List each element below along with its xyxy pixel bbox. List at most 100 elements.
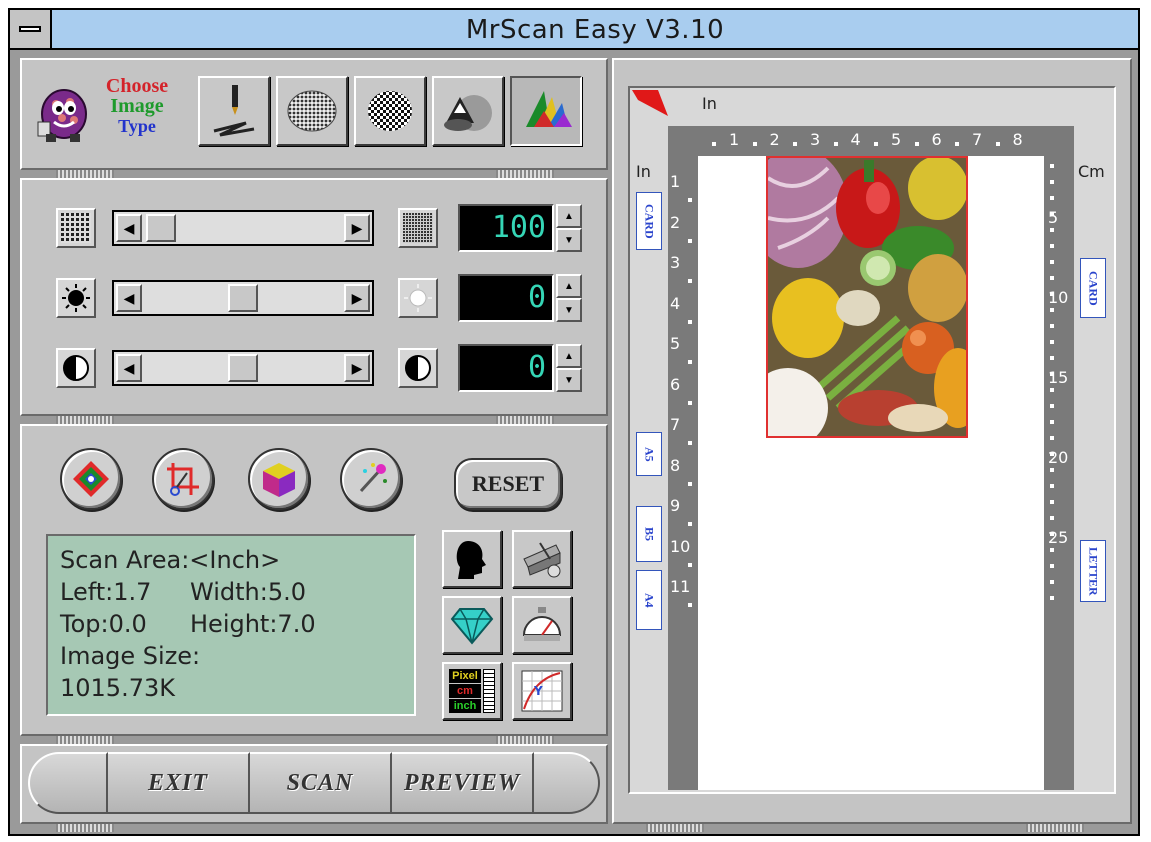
brightness-slider-right-arrow[interactable]: ▶ (344, 284, 370, 312)
svg-text:Y: Y (533, 684, 543, 698)
paper-size-a5[interactable]: A5 (636, 432, 662, 476)
magic-wand-button[interactable] (340, 448, 402, 510)
brightness-spinner[interactable]: ▲ ▼ (556, 274, 582, 322)
right-ruler-dot (1050, 420, 1054, 424)
paper-size-card-right[interactable]: CARD (1080, 258, 1106, 318)
scanner-tools-icon (523, 542, 561, 578)
speedometer-icon (522, 607, 562, 641)
scan-selection[interactable] (766, 156, 968, 438)
right-ruler-dot (1050, 356, 1054, 360)
dither-mode-button[interactable] (354, 76, 426, 146)
adjustments-panel: ◀ ▶ 100 ▲ ▼ ◀ ▶ 0 ▲ ▼ ◀ ▶ 0 ▲ ▼ (20, 178, 608, 416)
spin-up-icon[interactable]: ▲ (556, 204, 582, 228)
action-bar: EXIT SCAN PREVIEW (28, 752, 600, 816)
unit-inch-label: inch (449, 699, 481, 713)
color-balance-button[interactable] (60, 448, 122, 510)
profile-button[interactable] (442, 530, 502, 588)
crop-button[interactable] (152, 448, 214, 510)
scan-area-label: Scan Area:<Inch> (60, 546, 281, 574)
scanner-tools-button[interactable] (512, 530, 572, 588)
color-mode-button[interactable] (510, 76, 582, 146)
exit-button[interactable]: EXIT (108, 752, 250, 814)
spin-down-icon[interactable]: ▼ (556, 228, 582, 252)
brightness-slider[interactable]: ◀ ▶ (112, 280, 374, 316)
system-menu-button[interactable] (10, 10, 52, 48)
spin-down-icon[interactable]: ▼ (556, 298, 582, 322)
resolution-spinner[interactable]: ▲ ▼ (556, 204, 582, 252)
left-ruler-dot (688, 279, 692, 283)
paper-size-card-left[interactable]: CARD (636, 192, 662, 250)
resolution-slider-thumb[interactable] (146, 214, 176, 242)
units-button[interactable]: Pixel cm inch (442, 662, 502, 720)
scan-left-width-row: Left:1.7 Width:5.0 (60, 576, 402, 608)
vegetables-photo (768, 158, 966, 436)
resolution-slider[interactable]: ◀ ▶ (112, 210, 374, 246)
contrast-value: 0 (458, 344, 554, 392)
contrast-slider-left-arrow[interactable]: ◀ (116, 354, 142, 382)
scan-width-value: Width:5.0 (190, 578, 306, 606)
unit-ruler-icon: Pixel cm inch (449, 669, 495, 713)
image-size-value: 1015.73K (60, 674, 175, 702)
brightness-slider-thumb[interactable] (228, 284, 258, 312)
right-ruler-dot (1050, 180, 1054, 184)
right-ruler-dot (1050, 244, 1054, 248)
gamma-curve-button[interactable]: Y (512, 662, 572, 720)
title-bar[interactable]: MrScan Easy V3.10 (10, 10, 1138, 50)
brightness-value: 0 (458, 274, 554, 322)
contrast-slider-right-arrow[interactable]: ▶ (344, 354, 370, 382)
right-ruler-dot (1050, 548, 1054, 552)
left-ruler-tick-label: 10 (670, 536, 691, 556)
grayscale-mode-button[interactable] (432, 76, 504, 146)
speed-button[interactable] (512, 596, 572, 654)
scan-button[interactable]: SCAN (250, 752, 392, 814)
scan-bed[interactable] (698, 156, 1044, 790)
contrast-slider[interactable]: ◀ ▶ (112, 350, 374, 386)
right-ruler-dot (1050, 340, 1054, 344)
contrast-spinner[interactable]: ▲ ▼ (556, 344, 582, 392)
high-resolution-icon (398, 208, 438, 248)
contrast-slider-thumb[interactable] (228, 354, 258, 382)
reset-button[interactable]: RESET (454, 458, 562, 510)
crop-icon (167, 463, 199, 496)
top-ruler-tick-label: 6 (931, 130, 942, 149)
right-ruler-tick-label: 5 (1048, 208, 1059, 227)
action-bar-right-cap (534, 752, 600, 814)
brightness-slider-left-arrow[interactable]: ◀ (116, 284, 142, 312)
left-ruler-tick-label: 3 (670, 253, 681, 272)
spin-down-icon[interactable]: ▼ (556, 368, 582, 392)
spin-up-icon[interactable]: ▲ (556, 274, 582, 298)
dark-sun-icon (56, 278, 96, 318)
scan-info-display: Scan Area:<Inch> Left:1.7 Width:5.0 Top:0… (46, 534, 416, 716)
top-ruler-dot (793, 142, 797, 146)
low-resolution-icon (56, 208, 96, 248)
right-ruler-dot (1050, 196, 1054, 200)
preview-button[interactable]: PREVIEW (392, 752, 534, 814)
line-art-mode-button[interactable] (198, 76, 270, 146)
right-ruler-dot (1050, 468, 1054, 472)
right-ruler-dot (1050, 516, 1054, 520)
spin-up-icon[interactable]: ▲ (556, 344, 582, 368)
halftone-mode-button[interactable] (276, 76, 348, 146)
quality-button[interactable] (442, 596, 502, 654)
paper-size-b5[interactable]: B5 (636, 506, 662, 562)
resolution-slider-left-arrow[interactable]: ◀ (116, 214, 142, 242)
color-cube-icon (263, 463, 295, 497)
right-ruler-dot (1050, 596, 1054, 600)
ruler-icon (483, 669, 495, 713)
top-ruler-dot (995, 142, 1000, 146)
line-art-icon (213, 85, 255, 137)
gamma-curve-icon: Y (521, 670, 563, 712)
panel-groove (496, 416, 554, 424)
paper-size-a4[interactable]: A4 (636, 570, 662, 630)
left-ruler-tick-label: 7 (670, 415, 681, 434)
bright-sun-icon (398, 278, 438, 318)
panel-groove (56, 170, 114, 178)
right-ruler-dot (1050, 372, 1054, 376)
resolution-slider-right-arrow[interactable]: ▶ (344, 214, 370, 242)
right-ruler-dot (1050, 388, 1054, 392)
right-ruler-dot (1050, 532, 1054, 536)
right-ruler-dot (1050, 436, 1054, 440)
paper-size-letter[interactable]: LETTER (1080, 540, 1106, 602)
color-cube-button[interactable] (248, 448, 310, 510)
tools-panel: RESET Scan Area:<Inch> Left:1.7 Width:5.0… (20, 424, 608, 736)
